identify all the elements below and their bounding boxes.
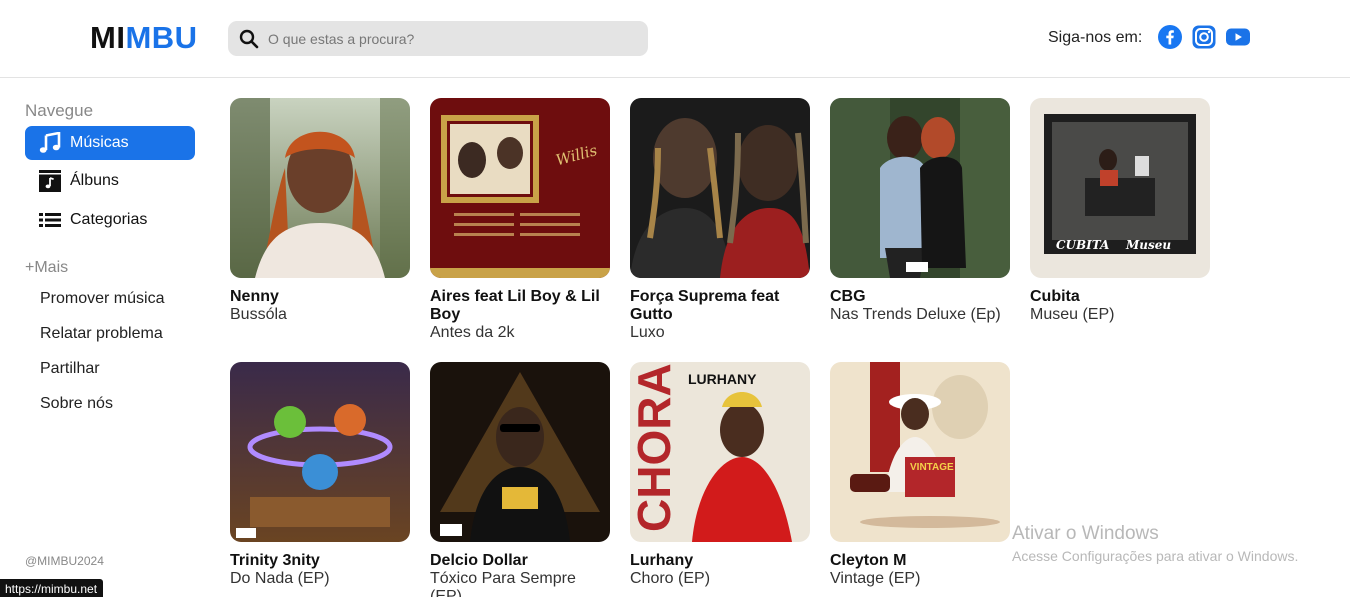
- song-artist: Cleyton M: [830, 552, 907, 569]
- windows-activation-title: Ativar o Windows: [1012, 523, 1159, 544]
- album-cover: [630, 98, 810, 278]
- copyright: @MIMBU2024: [25, 554, 104, 568]
- song-title: Nas Trends Deluxe (Ep): [830, 306, 1001, 323]
- album-cover: CHORA LURHANY: [630, 362, 810, 542]
- song-artist: Trinity 3nity: [230, 552, 320, 569]
- search-bar[interactable]: [228, 21, 648, 56]
- song-artist: CBG: [830, 288, 866, 305]
- list-icon: [38, 208, 62, 232]
- sidebar-item-categorias[interactable]: Categorias: [25, 203, 195, 237]
- song-title: Do Nada (EP): [230, 570, 330, 587]
- song-card[interactable]: Nenny Bussóla: [230, 98, 410, 324]
- logo-part1: MI: [90, 20, 126, 55]
- youtube-icon[interactable]: [1226, 25, 1250, 49]
- svg-text:CUBITA: CUBITA: [1056, 238, 1109, 252]
- album-cover: [430, 362, 610, 542]
- sidebar-item-musicas[interactable]: Músicas: [25, 126, 195, 160]
- logo-part2: MBU: [125, 20, 198, 55]
- album-cover: CUBITA Museu: [1030, 98, 1210, 278]
- song-artist: Cubita: [1030, 288, 1080, 305]
- sidebar-item-label: Categorias: [70, 211, 148, 228]
- song-artist: Lurhany: [630, 552, 694, 569]
- top-header: MIMBU Siga-nos em:: [0, 0, 1350, 78]
- facebook-icon[interactable]: [1158, 25, 1182, 49]
- svg-text:CHORA: CHORA: [630, 363, 680, 532]
- nav-title: Navegue: [25, 101, 94, 120]
- album-cover: [830, 98, 1010, 278]
- song-card[interactable]: VINTAGE Cleyton M Vintage (EP): [830, 362, 1010, 588]
- song-artist: Nenny: [230, 288, 279, 305]
- song-title: Tóxico Para Sempre (EP): [430, 570, 576, 597]
- music-note-icon: [38, 131, 62, 155]
- about-link[interactable]: Sobre nós: [40, 395, 113, 413]
- promote-music-link[interactable]: Promover música: [40, 290, 164, 308]
- song-card[interactable]: CHORA LURHANY Lurhany Choro (EP): [630, 362, 810, 588]
- song-artist: Aires feat Lil Boy & Lil Boy: [430, 288, 600, 323]
- logo[interactable]: MIMBU: [90, 20, 198, 56]
- search-input[interactable]: [268, 30, 628, 47]
- song-card[interactable]: CBG Nas Trends Deluxe (Ep): [830, 98, 1010, 324]
- sidebar-item-label: Álbuns: [70, 172, 119, 189]
- album-cover: VINTAGE: [830, 362, 1010, 542]
- album-icon: [38, 169, 62, 193]
- song-title: Choro (EP): [630, 570, 711, 587]
- song-card[interactable]: Força Suprema feat Gutto Luxo: [630, 98, 810, 342]
- song-card[interactable]: Willis Aires feat Lil Boy & Lil Boy Ante…: [430, 98, 610, 342]
- sidebar-item-label: Músicas: [70, 134, 129, 151]
- song-card[interactable]: CUBITA Museu Cubita Museu (EP): [1030, 98, 1210, 324]
- song-artist: Força Suprema feat Gutto: [630, 288, 780, 323]
- follow-label: Siga-nos em:: [1048, 29, 1143, 46]
- song-title: Bussóla: [230, 306, 287, 323]
- song-title: Vintage (EP): [830, 570, 921, 587]
- album-cover: Willis: [430, 98, 610, 278]
- song-title: Luxo: [630, 324, 665, 341]
- instagram-icon[interactable]: [1192, 25, 1216, 49]
- svg-text:LURHANY: LURHANY: [688, 371, 757, 387]
- svg-text:VINTAGE: VINTAGE: [910, 462, 954, 473]
- album-cover: [230, 98, 410, 278]
- windows-activation-subtitle: Acesse Configurações para ativar o Windo…: [1012, 548, 1299, 564]
- report-problem-link[interactable]: Relatar problema: [40, 325, 163, 343]
- album-cover: [230, 362, 410, 542]
- svg-text:Museu: Museu: [1125, 238, 1171, 252]
- song-artist: Delcio Dollar: [430, 552, 528, 569]
- song-title: Antes da 2k: [430, 324, 515, 341]
- status-bar-url: https://mimbu.net: [0, 579, 104, 597]
- song-title: Museu (EP): [1030, 306, 1115, 323]
- more-title: +Mais: [25, 259, 69, 276]
- share-link[interactable]: Partilhar: [40, 360, 100, 378]
- song-card[interactable]: Trinity 3nity Do Nada (EP): [230, 362, 410, 588]
- sidebar-item-albuns[interactable]: Álbuns: [25, 164, 195, 198]
- song-card[interactable]: Delcio Dollar Tóxico Para Sempre (EP): [430, 362, 610, 597]
- search-icon: [239, 29, 259, 49]
